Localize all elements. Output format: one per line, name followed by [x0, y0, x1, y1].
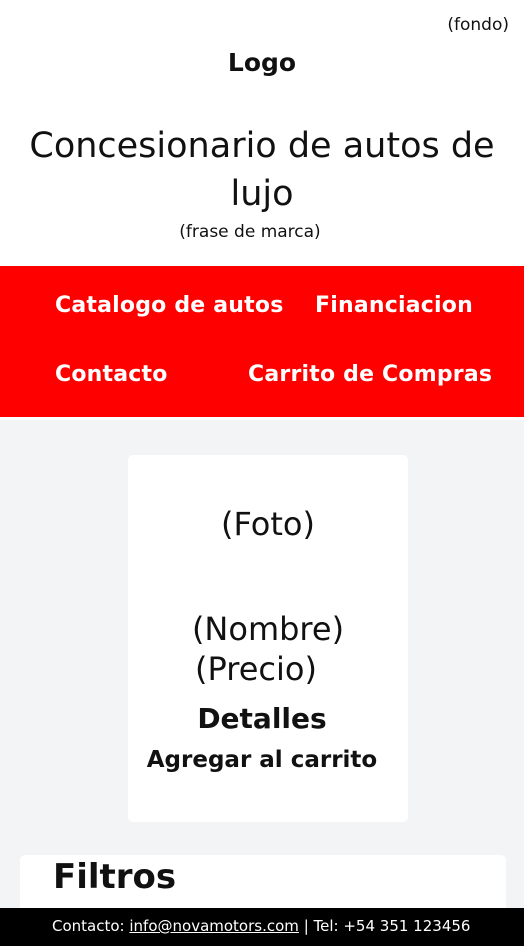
product-photo-placeholder: (Foto) — [221, 505, 315, 543]
site-footer: Contacto: info@novamotors.com | Tel: +54… — [0, 908, 524, 946]
main-nav: Catalogo de autos Financiacion Contacto … — [0, 266, 524, 417]
nav-item-cart[interactable]: Carrito de Compras — [248, 362, 492, 387]
page-title: Concesionario de autos de lujo — [29, 126, 495, 214]
site-header: (fondo) Logo Concesionario de autos de l… — [0, 0, 524, 266]
add-to-cart-button[interactable]: Agregar al carrito — [128, 747, 396, 773]
nav-item-contact[interactable]: Contacto — [55, 362, 168, 387]
footer-phone: Tel: +54 351 123456 — [313, 917, 471, 935]
filters-title: Filtros — [53, 857, 177, 897]
footer-separator: | — [303, 917, 309, 935]
details-button[interactable]: Detalles — [128, 702, 396, 735]
product-card: (Foto) (Nombre) (Precio) Detalles Agrega… — [128, 455, 408, 822]
nav-item-catalog[interactable]: Catalogo de autos — [55, 293, 284, 318]
footer-contact-prefix: Contacto: — [52, 917, 125, 935]
nav-item-financing[interactable]: Financiacion — [315, 293, 473, 318]
product-price: (Precio) — [195, 650, 317, 688]
background-label: (fondo) — [447, 15, 509, 35]
footer-contact: Contacto: info@novamotors.com | Tel: +54… — [52, 917, 470, 935]
brand-tagline: (frase de marca) — [179, 222, 321, 242]
product-name: (Nombre) — [191, 610, 345, 648]
main-content: (Foto) (Nombre) (Precio) Detalles Agrega… — [0, 420, 524, 915]
filters-panel: Filtros — [20, 855, 506, 915]
logo[interactable]: Logo — [0, 48, 524, 77]
footer-email-link[interactable]: info@novamotors.com — [129, 917, 299, 935]
